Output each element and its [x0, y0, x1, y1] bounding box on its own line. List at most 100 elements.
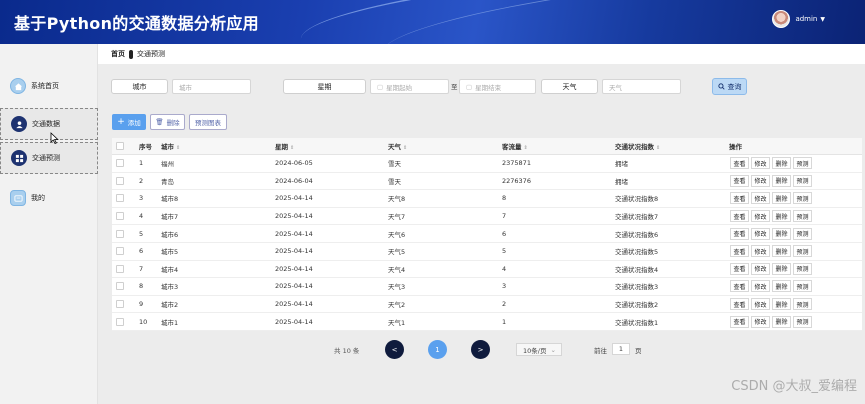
- view-button[interactable]: 查看: [730, 262, 749, 275]
- next-page-button[interactable]: >: [471, 340, 490, 359]
- city-input[interactable]: 城市: [172, 79, 251, 94]
- cell-traffic-index: 交通状况指数6: [615, 230, 659, 239]
- view-button[interactable]: 查看: [730, 192, 749, 205]
- header-passenger-flow[interactable]: 客流量 ⇕: [502, 141, 528, 151]
- delete-row-button[interactable]: 删除: [772, 227, 791, 240]
- row-checkbox[interactable]: [116, 317, 124, 326]
- sidebar-item-home[interactable]: 系统首页: [0, 70, 98, 102]
- table-header-row: 序号 城市 ⇕ 星期 ⇕ 天气 ⇕ 客流量 ⇕ 交通状况指数 ⇕ 操作: [112, 138, 862, 155]
- delete-button[interactable]: 🗑 删除: [150, 114, 185, 130]
- page-size-select[interactable]: 10条/页 ⌄: [516, 343, 562, 356]
- select-all-checkbox[interactable]: [116, 142, 124, 150]
- forecast-button[interactable]: 预测: [793, 227, 812, 240]
- row-checkbox[interactable]: [116, 176, 124, 185]
- sidebar-item-mine[interactable]: 我的: [0, 182, 98, 214]
- edit-button[interactable]: 修改: [751, 157, 770, 170]
- edit-button[interactable]: 修改: [751, 280, 770, 293]
- delete-row-button[interactable]: 删除: [772, 280, 791, 293]
- edit-button[interactable]: 修改: [751, 298, 770, 311]
- weather-input[interactable]: 天气: [602, 79, 681, 94]
- user-name[interactable]: admin: [795, 15, 817, 23]
- view-button[interactable]: 查看: [730, 157, 749, 170]
- table-row: 9 城市2 2025-04-14 天气2 2 交通状况指数2 查看 修改 删除 预测: [112, 295, 862, 314]
- row-checkbox[interactable]: [116, 247, 124, 256]
- forecast-button[interactable]: 预测: [793, 192, 812, 205]
- row-checkbox[interactable]: [116, 282, 124, 291]
- row-actions: 查看 修改 删除 预测: [730, 280, 814, 293]
- breadcrumb-current: 交通预测: [137, 50, 165, 58]
- edit-button[interactable]: 修改: [751, 315, 770, 328]
- header-traffic-index[interactable]: 交通状况指数 ⇕: [615, 141, 660, 151]
- forecast-button[interactable]: 预测: [793, 174, 812, 187]
- delete-row-button[interactable]: 删除: [772, 210, 791, 223]
- query-button[interactable]: 查询: [712, 78, 747, 95]
- forecast-chart-button[interactable]: 预测图表: [189, 114, 227, 130]
- header-weather[interactable]: 天气 ⇕: [388, 141, 407, 151]
- cell-week: 2024-06-05: [275, 159, 313, 168]
- data-table: 序号 城市 ⇕ 星期 ⇕ 天气 ⇕ 客流量 ⇕ 交通状况指数 ⇕ 操作 1 福州 2024-0…: [112, 138, 862, 331]
- cell-passenger-flow: 7: [502, 212, 507, 221]
- delete-row-button[interactable]: 删除: [772, 157, 791, 170]
- view-button[interactable]: 查看: [730, 227, 749, 240]
- cell-index: 9: [139, 300, 144, 309]
- row-checkbox[interactable]: [116, 300, 124, 309]
- user-menu[interactable]: admin ▼: [772, 10, 825, 28]
- row-checkbox[interactable]: [116, 229, 124, 238]
- app-title: 基于Python的交通数据分析应用: [14, 14, 259, 33]
- forecast-button[interactable]: 预测: [793, 315, 812, 328]
- edit-button[interactable]: 修改: [751, 174, 770, 187]
- forecast-button[interactable]: 预测: [793, 210, 812, 223]
- view-button[interactable]: 查看: [730, 280, 749, 293]
- header-city[interactable]: 城市 ⇕: [161, 141, 180, 151]
- cell-passenger-flow: 2276376: [502, 176, 531, 185]
- week-start-input[interactable]: ▢ 星期起始: [370, 79, 449, 94]
- sidebar-item-label: 交通数据: [32, 120, 60, 128]
- forecast-button[interactable]: 预测: [793, 245, 812, 258]
- view-button[interactable]: 查看: [730, 210, 749, 223]
- add-button[interactable]: + 添加: [112, 114, 146, 130]
- edit-button[interactable]: 修改: [751, 262, 770, 275]
- edit-button[interactable]: 修改: [751, 192, 770, 205]
- table-row: 10 城市1 2025-04-14 天气1 1 交通状况指数1 查看 修改 删除 预测: [112, 313, 862, 331]
- row-actions: 查看 修改 删除 预测: [730, 262, 814, 275]
- delete-row-button[interactable]: 删除: [772, 192, 791, 205]
- forecast-button[interactable]: 预测: [793, 298, 812, 311]
- edit-button[interactable]: 修改: [751, 245, 770, 258]
- view-button[interactable]: 查看: [730, 315, 749, 328]
- week-end-input[interactable]: ▢ 星期结束: [459, 79, 536, 94]
- view-button[interactable]: 查看: [730, 298, 749, 311]
- row-checkbox[interactable]: [116, 212, 124, 221]
- goto-page-input[interactable]: 1: [612, 342, 630, 355]
- delete-row-button[interactable]: 删除: [772, 262, 791, 275]
- delete-row-button[interactable]: 删除: [772, 298, 791, 311]
- edit-button[interactable]: 修改: [751, 210, 770, 223]
- sort-icon: ⇕: [176, 145, 181, 151]
- row-checkbox[interactable]: [116, 159, 124, 168]
- prev-page-button[interactable]: <: [385, 340, 404, 359]
- sidebar-item-traffic-data[interactable]: 交通数据: [0, 108, 98, 140]
- delete-row-button[interactable]: 删除: [772, 315, 791, 328]
- page-1-button[interactable]: 1: [428, 340, 447, 359]
- sidebar-item-label: 我的: [31, 194, 45, 202]
- view-button[interactable]: 查看: [730, 174, 749, 187]
- delete-row-button[interactable]: 删除: [772, 245, 791, 258]
- delete-row-button[interactable]: 删除: [772, 174, 791, 187]
- row-checkbox[interactable]: [116, 194, 124, 203]
- forecast-button[interactable]: 预测: [793, 280, 812, 293]
- cell-weather: 天气5: [388, 248, 406, 257]
- header-week[interactable]: 星期 ⇕: [275, 141, 294, 151]
- avatar[interactable]: [772, 10, 791, 28]
- view-button[interactable]: 查看: [730, 245, 749, 258]
- cell-traffic-index: 拥堵: [615, 160, 628, 169]
- cell-week: 2024-06-04: [275, 176, 313, 185]
- forecast-button[interactable]: 预测: [793, 262, 812, 275]
- sidebar-item-traffic-forecast[interactable]: 交通预测: [0, 142, 98, 174]
- row-checkbox[interactable]: [116, 264, 124, 273]
- row-actions: 查看 修改 删除 预测: [730, 174, 814, 187]
- breadcrumb-home[interactable]: 首页: [111, 49, 125, 59]
- edit-button[interactable]: 修改: [751, 227, 770, 240]
- goto-label: 前往: [594, 347, 607, 355]
- forecast-button[interactable]: 预测: [793, 157, 812, 170]
- sort-icon: ⇕: [290, 145, 295, 151]
- chevron-down-icon[interactable]: ▼: [820, 16, 825, 23]
